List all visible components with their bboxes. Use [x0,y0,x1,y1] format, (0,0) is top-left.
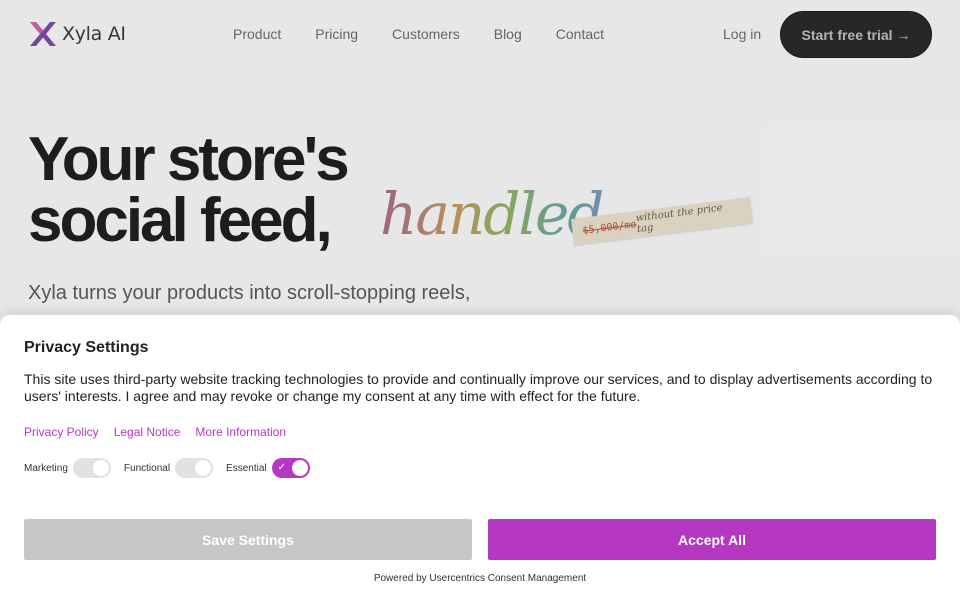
toggle-knob [195,460,212,476]
privacy-policy-link[interactable]: Privacy Policy [24,425,99,439]
toggle-knob [92,460,109,476]
toggle-group-functional: Functional [123,458,214,478]
accept-all-button[interactable]: Accept All [488,519,936,560]
save-settings-button[interactable]: Save Settings [24,519,472,560]
consent-description: This site uses third-party website track… [24,371,933,404]
toggle-group-marketing: Marketing [24,458,111,478]
more-information-link[interactable]: More Information [195,425,286,439]
privacy-consent-dialog: Privacy Settings This site uses third-pa… [0,315,960,600]
consent-title: Privacy Settings [24,339,149,356]
toggle-knob [291,460,308,476]
essential-toggle[interactable]: ✓ [271,458,310,478]
functional-toggle[interactable] [175,458,214,478]
powered-by-text: Powered by Usercentrics Consent Manageme… [373,573,587,584]
toggle-label-essential: Essential [226,462,267,474]
checkmark-icon: ✓ [277,462,287,473]
toggle-label-marketing: Marketing [24,462,68,474]
consent-links: Privacy Policy Legal Notice More Informa… [24,425,286,439]
toggle-group-essential: Essential ✓ [226,458,310,478]
marketing-toggle[interactable] [72,458,111,478]
toggle-label-functional: Functional [123,462,171,474]
legal-notice-link[interactable]: Legal Notice [114,425,181,439]
consent-toggles: Marketing Functional Essential ✓ [24,458,323,478]
